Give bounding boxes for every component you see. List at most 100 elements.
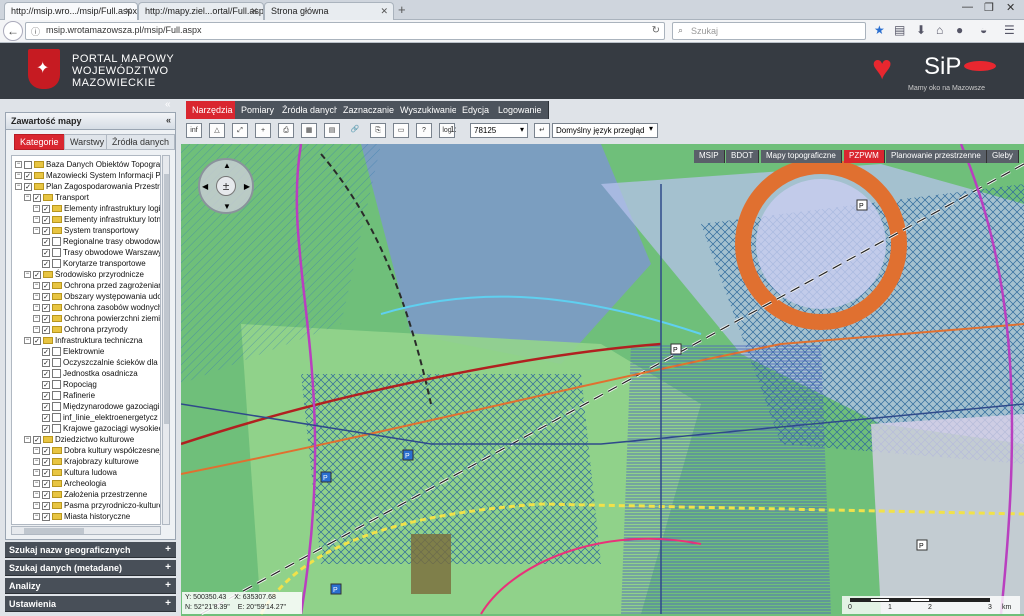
expand-icon[interactable]: − <box>33 491 40 498</box>
zoom-in-button[interactable]: + <box>255 123 271 138</box>
layer-checkbox[interactable]: ✓ <box>42 446 50 455</box>
minimize-icon[interactable]: — <box>962 1 973 13</box>
full-extent-button[interactable]: ⤢ <box>232 123 248 138</box>
expand-icon[interactable]: − <box>33 315 40 322</box>
tree-item[interactable]: ✓ Międzynarodowe gazociągi w <box>42 401 160 412</box>
map-tab-planowanie-przestrzenne[interactable]: Planowanie przestrzenne <box>886 150 987 163</box>
info-tool-button[interactable]: inf <box>186 123 202 138</box>
window-close-icon[interactable]: ✕ <box>1006 1 1015 14</box>
layer-checkbox[interactable]: ✓ <box>42 424 50 433</box>
scale-select[interactable]: 78125 ▾ <box>470 123 528 138</box>
expand-icon[interactable]: − <box>24 271 31 278</box>
scroll-thumb[interactable] <box>24 528 84 534</box>
layer-checkbox[interactable]: ✓ <box>42 391 50 400</box>
tree-item[interactable]: − ✓ Obszary występowania udok <box>33 291 160 302</box>
layer-checkbox[interactable]: ✓ <box>42 325 50 334</box>
browser-search-input[interactable]: ⌕ Szukaj <box>672 22 866 40</box>
tree-item[interactable]: − ✓ Założenia przestrzenne <box>33 489 147 500</box>
info-icon[interactable]: ⓘ <box>31 25 40 38</box>
tree-vertical-scrollbar[interactable] <box>162 155 170 525</box>
accordion-analizy[interactable]: Analizy + <box>5 578 176 594</box>
tree-item[interactable]: ✓ Trasy obwodowe Warszawy <box>42 247 160 258</box>
menu-narzedzia[interactable]: Narzędzia <box>186 101 240 119</box>
expand-icon[interactable]: − <box>33 447 40 454</box>
tree-item[interactable]: − ✓ Ochrona zasobów wodnych <box>33 302 160 313</box>
expand-icon[interactable]: − <box>33 458 40 465</box>
scroll-thumb[interactable] <box>164 174 169 424</box>
expand-icon[interactable]: − <box>33 502 40 509</box>
layer-checkbox[interactable]: ✓ <box>42 468 50 477</box>
expand-icon[interactable]: − <box>33 469 40 476</box>
tree-item[interactable]: ✓ Elektrownie <box>42 346 104 357</box>
tree-item[interactable]: ✓ Krajowe gazociągi wysokiec <box>42 423 160 434</box>
browser-tab-mapy[interactable]: http://mapy.ziel...ortal/Full.aspx ✕ <box>138 2 264 20</box>
download-icon[interactable]: ⬇ <box>916 23 926 37</box>
layer-checkbox[interactable]: ✓ <box>42 248 50 257</box>
tree-item[interactable]: − ✓ Transport <box>24 192 89 203</box>
tree-item[interactable]: − ✓ Miasta historyczne <box>33 511 130 522</box>
layer-checkbox[interactable]: ✓ <box>42 380 50 389</box>
map-pan-zoom-control[interactable]: ▲ ▼ ◀ ▶ ± <box>198 158 254 214</box>
expand-icon[interactable]: − <box>24 194 31 201</box>
tree-item[interactable]: − Baza Danych Obiektów Topografic <box>15 159 160 170</box>
kml-button[interactable]: ▭ <box>393 123 409 138</box>
pan-right-icon[interactable]: ▶ <box>244 182 250 191</box>
tree-item[interactable]: ✓ inf_linie_elektroenergetycz <box>42 412 158 423</box>
tree-item[interactable]: − ✓ Mazowiecki System Informacji Prz <box>15 170 160 181</box>
map-canvas[interactable]: P P P P P P <box>181 144 1024 616</box>
menu-icon[interactable]: ☰ <box>1004 23 1015 37</box>
layer-checkbox[interactable]: ✓ <box>42 204 50 213</box>
collapse-panel-icon[interactable]: « <box>165 99 171 110</box>
layer-checkbox[interactable] <box>24 160 32 169</box>
tree-item[interactable]: ✓ Jednostka osadnicza <box>42 368 138 379</box>
layer-checkbox[interactable]: ✓ <box>42 226 50 235</box>
browser-tab-msip[interactable]: http://msip.wro.../msip/Full.aspx ✕ <box>4 2 138 20</box>
expand-icon[interactable]: − <box>33 205 40 212</box>
collapse-icon[interactable]: « <box>166 115 171 125</box>
map-tab-pzpwm[interactable]: PZPWM <box>844 150 885 163</box>
layer-checkbox[interactable]: ✓ <box>42 292 50 301</box>
chart-button[interactable]: ▦ <box>301 123 317 138</box>
tree-item[interactable]: ✓ Regionalne trasy obwodowe <box>42 236 160 247</box>
accordion-szukaj-danych[interactable]: Szukaj danych (metadane) + <box>5 560 176 576</box>
expand-icon[interactable]: − <box>33 293 40 300</box>
layer-checkbox[interactable]: ✓ <box>33 193 41 202</box>
tree-item[interactable]: − ✓ Dziedzictwo kulturowe <box>24 434 134 445</box>
menu-zrodla-danych[interactable]: Źródła danych <box>276 101 347 119</box>
layer-checkbox[interactable]: ✓ <box>33 270 41 279</box>
layer-checkbox[interactable]: ✓ <box>42 479 50 488</box>
tree-horizontal-scrollbar[interactable] <box>11 526 161 535</box>
expand-icon[interactable]: − <box>33 282 40 289</box>
layer-checkbox[interactable]: ✓ <box>42 402 50 411</box>
tab-warstwy[interactable]: Warstwy <box>64 134 111 150</box>
layer-checkbox[interactable]: ✓ <box>42 457 50 466</box>
expand-icon[interactable]: − <box>33 480 40 487</box>
tree-item[interactable]: − ✓ Kultura ludowa <box>33 467 117 478</box>
tree-item[interactable]: − ✓ Krajobrazy kulturowe <box>33 456 139 467</box>
layer-checkbox[interactable]: ✓ <box>24 171 32 180</box>
layer-checkbox[interactable]: ✓ <box>42 303 50 312</box>
map-tab-msip[interactable]: MSIP <box>694 150 725 163</box>
expand-icon[interactable]: − <box>24 337 31 344</box>
tree-item[interactable]: − ✓ Ochrona przyrody <box>33 324 128 335</box>
url-bar[interactable]: ⓘ msip.wrotamazowsza.pl/msip/Full.aspx ↻ <box>25 22 665 40</box>
layer-checkbox[interactable]: ✓ <box>42 259 50 268</box>
tab-zrodla-danych[interactable]: Źródła danych <box>106 134 176 150</box>
back-arrow-icon[interactable]: ← <box>3 21 23 41</box>
close-icon[interactable]: ✕ <box>380 6 388 17</box>
tree-item[interactable]: − ✓ System transportowy <box>33 225 139 236</box>
tree-item[interactable]: ✓ Oczyszczalnie ścieków dla a <box>42 357 160 368</box>
layer-checkbox[interactable]: ✓ <box>42 314 50 323</box>
menu-edycja[interactable]: Edycja <box>456 101 497 119</box>
layer-checkbox[interactable]: ✓ <box>42 358 50 367</box>
pocket-icon[interactable]: ◒ <box>980 23 987 37</box>
expand-icon[interactable]: − <box>15 161 22 168</box>
measure-tool-button[interactable]: △ <box>209 123 225 138</box>
tree-item[interactable]: ✓ Korytarze transportowe <box>42 258 146 269</box>
browser-tab-strona[interactable]: Strona główna ✕ <box>264 2 394 20</box>
bookmark-star-icon[interactable]: ★ <box>874 23 885 37</box>
map-tab-mapy-topograficzne[interactable]: Mapy topograficzne <box>761 150 842 163</box>
accordion-szukaj-nazw[interactable]: Szukaj nazw geograficznych + <box>5 542 176 558</box>
maximize-icon[interactable]: ❐ <box>984 1 994 14</box>
layer-checkbox[interactable]: ✓ <box>42 501 50 510</box>
